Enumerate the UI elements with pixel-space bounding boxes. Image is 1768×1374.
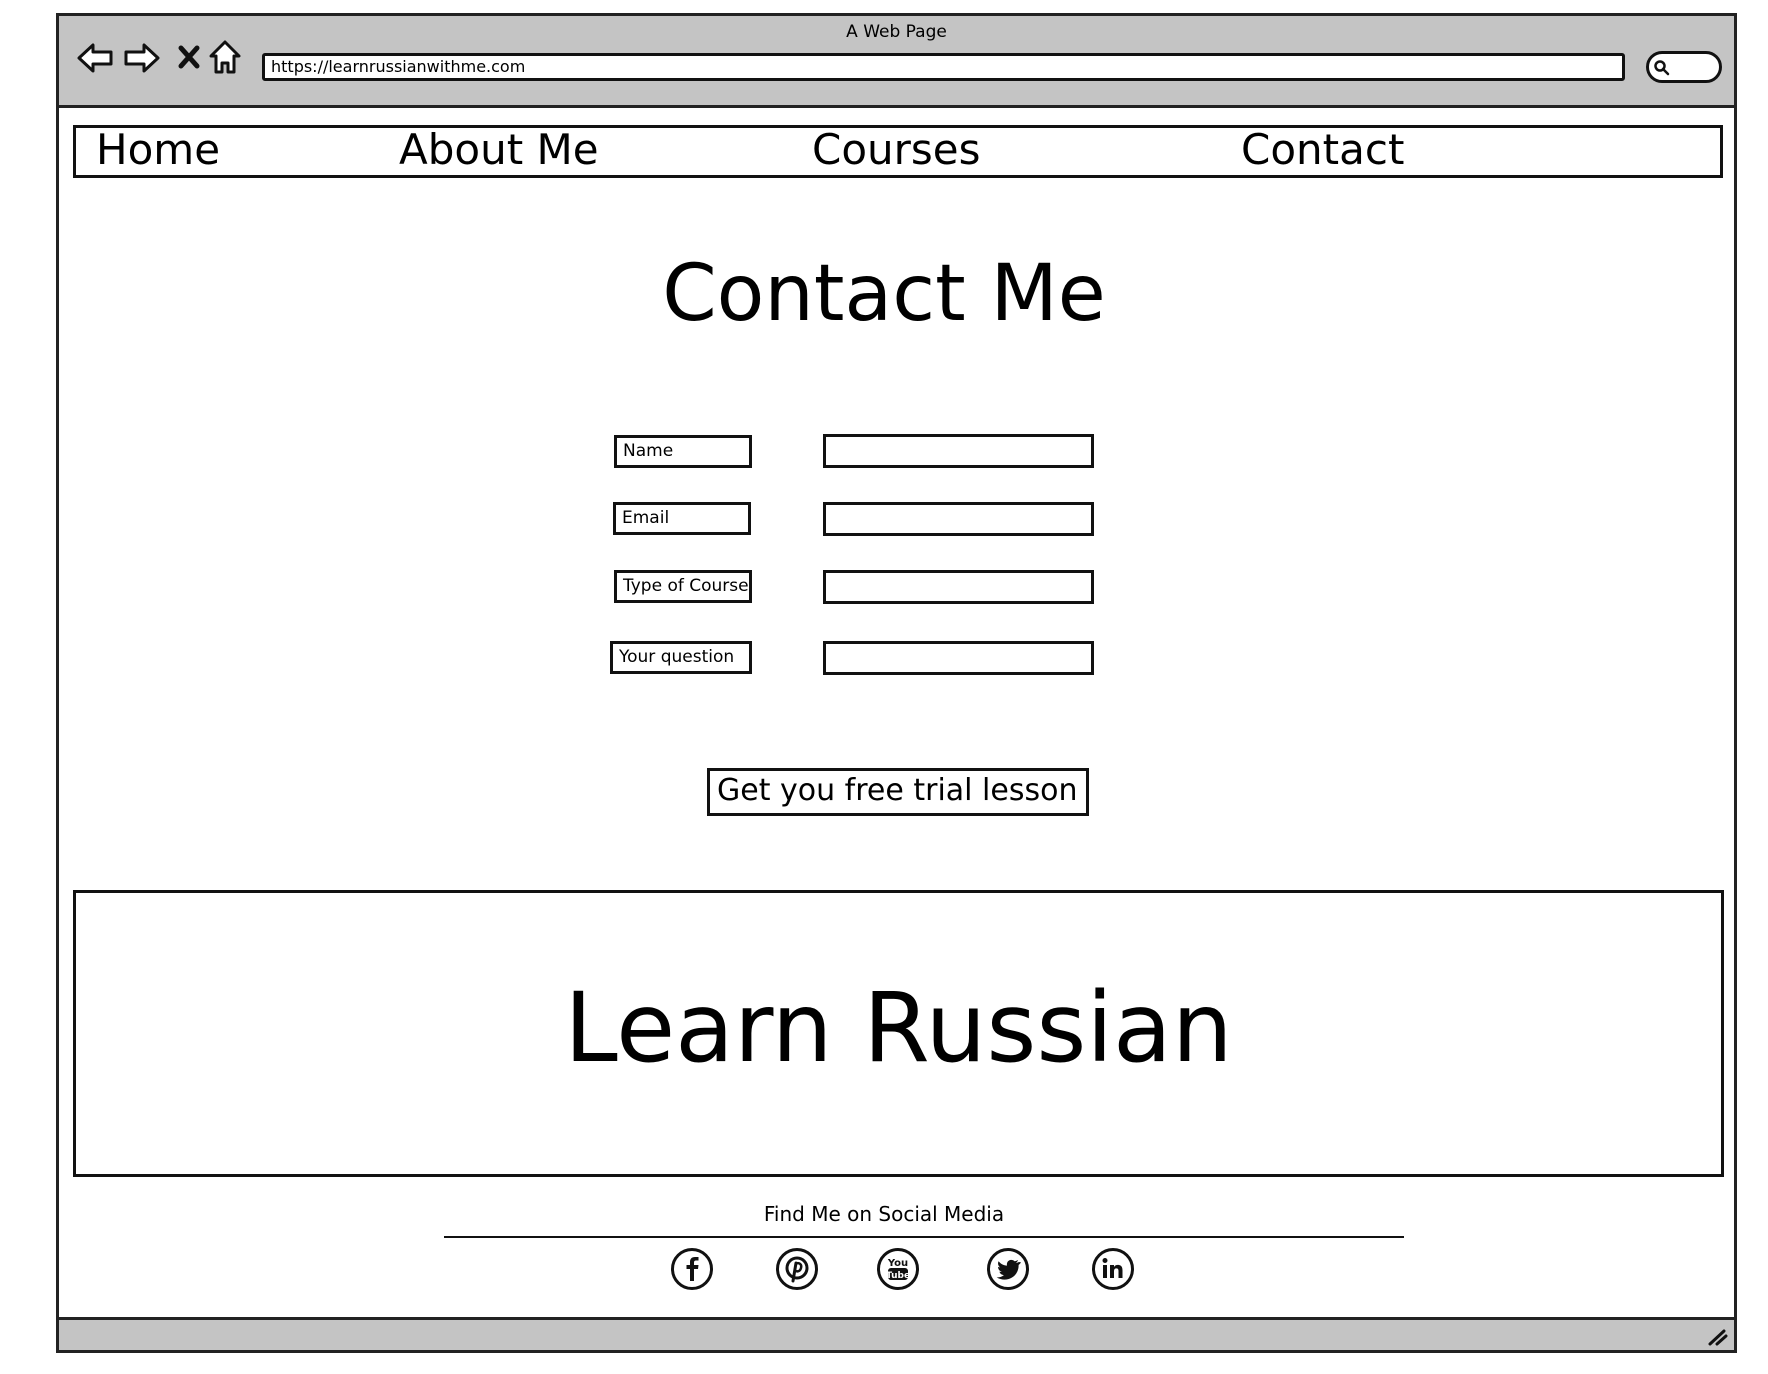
- linkedin-icon[interactable]: [1092, 1248, 1134, 1290]
- browser-titlebar: A Web Page https://learnrussianwithme.co…: [59, 16, 1734, 108]
- page-title: Contact Me: [662, 249, 1106, 339]
- back-arrow-icon[interactable]: [75, 41, 115, 75]
- email-label: Email: [613, 502, 751, 535]
- banner-text: Learn Russian: [564, 972, 1233, 1084]
- nav-item-courses[interactable]: Courses: [812, 129, 981, 171]
- pinterest-icon[interactable]: [776, 1248, 818, 1290]
- hero-banner: Learn Russian: [73, 890, 1724, 1177]
- search-icon: [1654, 60, 1670, 76]
- browser-search-field[interactable]: [1646, 51, 1722, 83]
- youtube-glyph: You Tube: [886, 1258, 910, 1281]
- question-field[interactable]: [823, 641, 1094, 675]
- nav-item-about[interactable]: About Me: [399, 129, 599, 171]
- name-label: Name: [614, 435, 752, 468]
- resize-handle-icon[interactable]: [1706, 1328, 1728, 1346]
- name-field[interactable]: [823, 434, 1094, 468]
- close-icon[interactable]: [177, 44, 201, 70]
- social-title: Find Me on Social Media: [763, 1202, 1005, 1226]
- nav-item-contact[interactable]: Contact: [1241, 129, 1404, 171]
- free-trial-button[interactable]: Get you free trial lesson: [707, 768, 1089, 816]
- twitter-glyph: [996, 1259, 1021, 1280]
- forward-arrow-icon[interactable]: [122, 41, 162, 75]
- twitter-icon[interactable]: [987, 1248, 1029, 1290]
- pinterest-glyph: [785, 1256, 809, 1283]
- course-type-label: Type of Course: [614, 570, 752, 603]
- address-bar[interactable]: https://learnrussianwithme.com: [262, 53, 1625, 81]
- nav-item-home[interactable]: Home: [96, 129, 220, 171]
- facebook-glyph: [686, 1257, 699, 1281]
- svg-text:Tube: Tube: [886, 1271, 910, 1281]
- status-bar: [59, 1317, 1734, 1350]
- svg-text:You: You: [887, 1258, 908, 1269]
- footer-divider: [444, 1236, 1404, 1238]
- email-field[interactable]: [823, 502, 1094, 536]
- nav-bar: Home About Me Courses Contact: [73, 125, 1723, 178]
- course-type-field[interactable]: [823, 570, 1094, 604]
- linkedin-glyph: [1102, 1258, 1123, 1278]
- facebook-icon[interactable]: [671, 1248, 713, 1290]
- youtube-icon[interactable]: You Tube: [877, 1248, 919, 1290]
- home-icon[interactable]: [208, 39, 242, 75]
- window-title: A Web Page: [846, 22, 947, 42]
- question-label: Your question: [610, 641, 752, 674]
